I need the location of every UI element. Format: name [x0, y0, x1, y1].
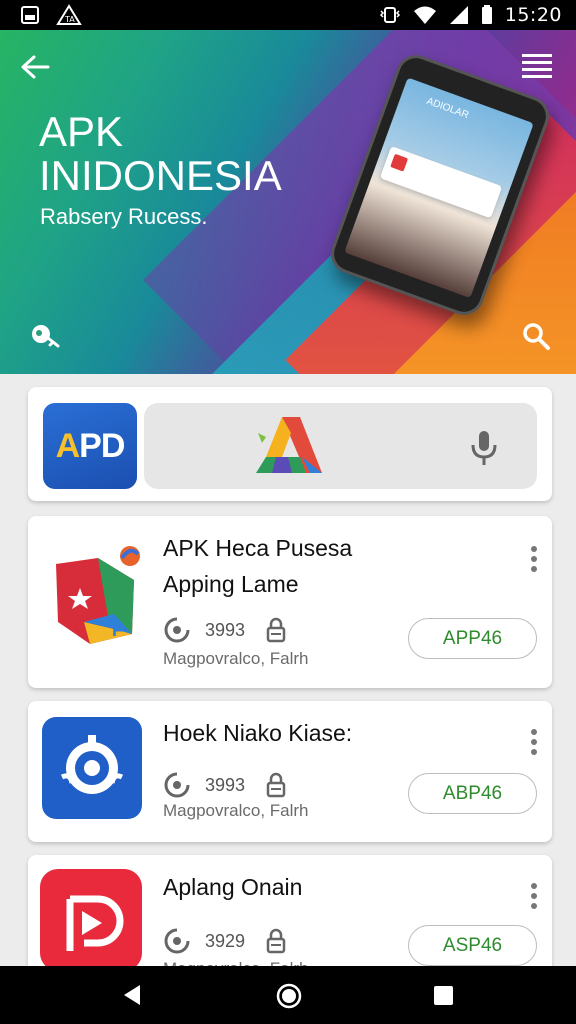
battery-icon — [481, 5, 492, 24]
more-options-icon[interactable] — [528, 881, 540, 911]
install-button[interactable]: ASP46 — [408, 925, 537, 966]
key-icon — [32, 325, 60, 348]
lock-icon — [266, 772, 286, 798]
hero-banner: APK INIDONESIA Rabsery Rucess. ADIOLAR — [0, 30, 576, 374]
install-button[interactable]: APP46 — [408, 618, 537, 659]
search-card: A PD — [28, 387, 552, 501]
svg-text:TA: TA — [64, 15, 75, 24]
app-logo-letters: PD — [79, 426, 125, 465]
app-logo-letter-a: A — [55, 426, 81, 465]
app-icon-play — [40, 869, 142, 971]
search-icon[interactable] — [520, 320, 552, 352]
download-count-icon — [164, 772, 190, 798]
image-notification-icon — [21, 6, 39, 24]
download-count-icon — [164, 617, 190, 643]
app-list-item[interactable]: Hoek Niako Kiase: 3993 Magpovralco, Falr… — [28, 701, 552, 842]
app-developer: Magpovralco, Falrh — [163, 801, 309, 820]
svg-text:F: F — [112, 620, 123, 640]
status-bar: TA 15:20 — [0, 0, 576, 30]
vibrate-icon — [379, 7, 400, 23]
nav-back-icon[interactable] — [122, 984, 142, 1006]
hamburger-menu-icon[interactable] — [520, 50, 554, 80]
app-meta-row: 3993 — [163, 771, 287, 799]
back-arrow-icon[interactable] — [18, 52, 52, 82]
status-time: 15:20 — [504, 4, 562, 26]
app-icon-folded-star: F — [56, 546, 140, 644]
app-logo: A PD — [43, 403, 137, 489]
search-box[interactable] — [144, 403, 537, 489]
app-icon-eye — [42, 717, 142, 819]
hero-title-line2: INIDONESIA — [39, 152, 282, 199]
app-download-count: 3993 — [205, 619, 246, 640]
hero-title-line1: APK — [39, 108, 124, 155]
app-download-count: 3993 — [205, 774, 246, 795]
app-download-count: 3929 — [205, 930, 246, 951]
app-name-line2: Apping Lame — [163, 571, 299, 597]
download-count-icon — [164, 928, 190, 954]
more-options-icon[interactable] — [528, 727, 540, 757]
lock-icon — [266, 928, 286, 954]
wifi-icon — [413, 6, 436, 24]
app-name: APK Heca Pusesa — [163, 535, 353, 561]
more-options-icon[interactable] — [528, 544, 540, 574]
app-list-item[interactable]: F APK Heca Pusesa Apping Lame 3993 Magpo… — [28, 516, 552, 688]
system-nav-bar — [0, 966, 576, 1024]
phone-screen-text: ADIOLAR — [425, 95, 471, 122]
signal-icon — [449, 6, 468, 24]
app-developer: Magpovralco, Falrh — [163, 649, 309, 668]
hero-title: APK INIDONESIA — [39, 110, 282, 198]
nav-home-icon[interactable] — [276, 983, 302, 1009]
lock-icon — [266, 617, 286, 643]
hero-subtitle: Rabsery Rucess. — [40, 204, 208, 229]
app-name: Aplang Onain — [163, 874, 303, 900]
app-meta-row: 3929 — [163, 927, 287, 955]
colorful-a-logo-icon — [256, 417, 322, 473]
nav-recents-icon[interactable] — [434, 986, 453, 1005]
install-button[interactable]: ABP46 — [408, 773, 537, 814]
app-name: Hoek Niako Kiase: — [163, 720, 353, 746]
microphone-icon[interactable] — [470, 429, 498, 467]
warning-icon: TA — [56, 4, 82, 25]
app-meta-row: 3993 — [163, 616, 287, 644]
